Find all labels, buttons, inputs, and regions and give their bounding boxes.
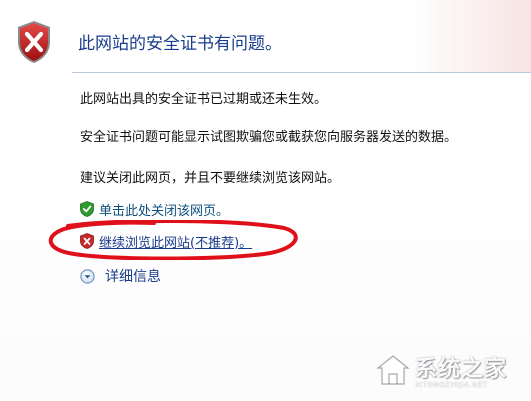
annotation-circle	[48, 220, 298, 260]
page-title: 此网站的安全证书有问题。	[78, 34, 282, 54]
header-gradient	[411, 0, 531, 72]
house-logo-icon	[376, 355, 410, 385]
message-risk: 安全证书问题可能显示试图欺骗您或截获您向服务器发送的数据。	[80, 130, 458, 145]
more-information-toggle[interactable]: 详细信息	[80, 266, 161, 286]
close-page-label: 单击此处关闭该网页。	[99, 203, 230, 219]
close-page-link[interactable]: 单击此处关闭该网页。	[80, 200, 230, 219]
certificate-error-page: 此网站的安全证书有问题。 此网站出具的安全证书已过期或还未生效。 安全证书问题可…	[0, 0, 531, 401]
divider	[72, 72, 531, 73]
expand-chevron-icon	[80, 268, 95, 284]
green-shield-check-icon	[80, 201, 94, 217]
message-recommendation: 建议关闭此网页，并且不要继续浏览该网站。	[80, 171, 341, 186]
watermark-brand-en: XITONGZHIJIA.NET	[415, 381, 488, 389]
red-shield-x-icon	[18, 21, 50, 63]
site-watermark: 系统之家 XITONGZHIJIA.NET	[375, 351, 525, 397]
watermark-brand-cn: 系统之家	[415, 357, 508, 382]
message-expired: 此网站出具的安全证书已过期或还未生效。	[80, 92, 328, 107]
more-information-label: 详细信息	[105, 269, 161, 285]
